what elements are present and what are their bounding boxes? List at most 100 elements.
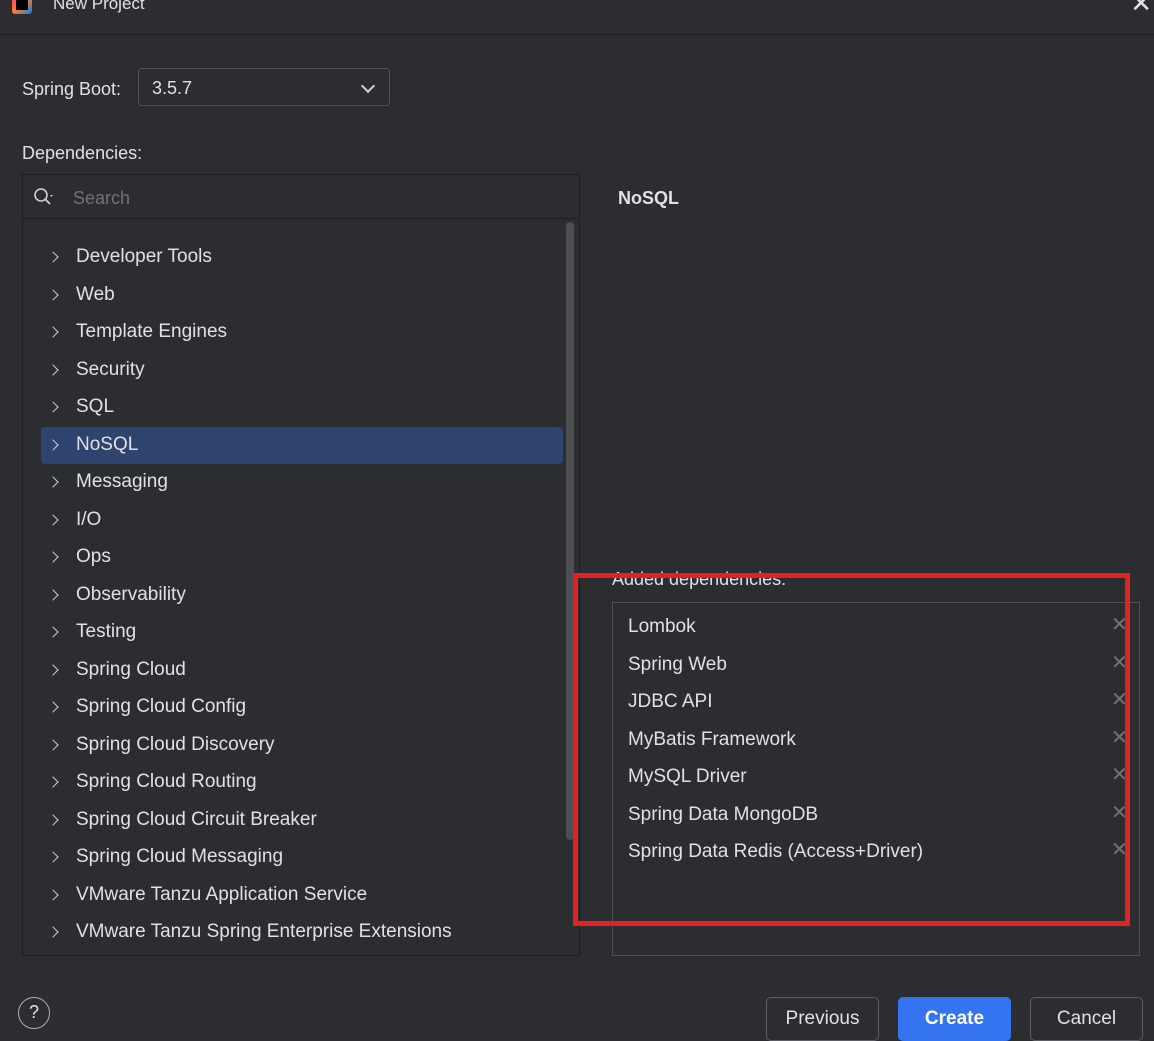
category-item[interactable]: Observability xyxy=(41,577,563,614)
remove-icon[interactable]: ✕ xyxy=(1111,653,1128,673)
chevron-right-icon[interactable] xyxy=(47,663,59,676)
added-dependency-label: MyBatis Framework xyxy=(628,728,796,750)
intellij-logo-icon xyxy=(12,0,32,14)
added-dependency-item: MySQL Driver ✕ xyxy=(613,755,1139,792)
chevron-right-icon[interactable] xyxy=(47,926,59,938)
category-item[interactable]: Spring Cloud Routing xyxy=(41,764,563,801)
category-item[interactable]: SQL xyxy=(41,389,563,426)
title-bar: New Project ✕ xyxy=(0,0,1154,35)
category-label: Messaging xyxy=(76,471,168,492)
category-label: VMware Tanzu Spring Enterprise Extension… xyxy=(76,921,452,942)
spring-boot-version-value: 3.5.7 xyxy=(152,78,193,98)
chevron-right-icon[interactable] xyxy=(47,888,59,901)
window-title: New Project xyxy=(53,0,145,13)
chevron-right-icon[interactable] xyxy=(47,626,59,638)
category-item[interactable]: Spring Cloud Messaging xyxy=(41,839,563,876)
category-item[interactable]: Microsoft Azure xyxy=(41,952,563,956)
category-label: Spring Cloud xyxy=(76,658,186,680)
category-label: Spring Cloud Config xyxy=(76,696,247,717)
chevron-right-icon[interactable] xyxy=(47,513,59,526)
category-item[interactable]: Spring Cloud Circuit Breaker xyxy=(41,802,563,839)
remove-icon[interactable]: ✕ xyxy=(1111,840,1128,860)
category-label: Testing xyxy=(76,621,137,642)
category-label: SQL xyxy=(76,396,115,417)
category-item[interactable]: Web xyxy=(41,277,563,314)
category-item[interactable]: NoSQL xyxy=(41,426,563,464)
category-item[interactable]: Spring Cloud Discovery xyxy=(41,727,563,764)
chevron-right-icon[interactable] xyxy=(47,588,59,601)
create-button[interactable]: Create xyxy=(898,997,1011,1041)
category-label: Observability xyxy=(76,583,186,605)
cancel-button-label: Cancel xyxy=(1056,1008,1117,1029)
chevron-right-icon[interactable] xyxy=(47,738,59,751)
category-item[interactable]: VMware Tanzu Application Service xyxy=(41,877,563,914)
remove-icon[interactable]: ✕ xyxy=(1111,728,1128,748)
create-button-label: Create xyxy=(924,1008,985,1029)
chevron-right-icon[interactable] xyxy=(47,701,59,713)
category-label: Spring Cloud Messaging xyxy=(76,846,284,867)
remove-icon[interactable]: ✕ xyxy=(1111,690,1128,710)
category-item[interactable]: Developer Tools xyxy=(41,239,563,276)
remove-icon[interactable]: ✕ xyxy=(1111,803,1128,823)
category-item[interactable]: Spring Cloud xyxy=(41,652,563,689)
added-dependency-item: JDBC API ✕ xyxy=(613,680,1139,717)
spring-boot-version-select[interactable]: 3.5.7 xyxy=(138,68,390,106)
chevron-right-icon[interactable] xyxy=(47,551,59,563)
remove-icon[interactable]: ✕ xyxy=(1111,765,1128,785)
search-icon[interactable] xyxy=(33,187,55,207)
category-item[interactable]: Template Engines xyxy=(41,314,563,351)
chevron-right-icon[interactable] xyxy=(47,438,59,451)
category-label: Template Engines xyxy=(76,321,228,342)
chevron-right-icon[interactable] xyxy=(47,776,59,788)
chevron-right-icon[interactable] xyxy=(47,813,59,826)
added-dependencies-label: Added dependencies: xyxy=(612,569,787,589)
chevron-down-icon xyxy=(360,78,376,94)
category-title: NoSQL xyxy=(618,188,679,208)
category-item[interactable]: I/O xyxy=(41,502,563,539)
dependencies-label: Dependencies: xyxy=(22,143,143,163)
category-label: Web xyxy=(76,283,115,305)
close-icon[interactable]: ✕ xyxy=(1130,0,1152,16)
category-item[interactable]: Testing xyxy=(41,614,563,651)
added-dependency-label: Spring Data MongoDB xyxy=(628,803,819,825)
category-label: Spring Cloud Circuit Breaker xyxy=(76,808,317,830)
cancel-button[interactable]: Cancel xyxy=(1030,997,1143,1041)
category-label: Ops xyxy=(76,546,111,567)
category-item[interactable]: VMware Tanzu Spring Enterprise Extension… xyxy=(41,914,563,951)
chevron-right-icon[interactable] xyxy=(47,851,59,863)
tree-scrollbar[interactable] xyxy=(566,222,574,840)
remove-icon[interactable]: ✕ xyxy=(1111,615,1128,635)
search-input[interactable] xyxy=(71,183,555,213)
previous-button[interactable]: Previous xyxy=(766,997,879,1041)
added-dependency-label: Spring Data Redis (Access+Driver) xyxy=(628,841,924,862)
category-item[interactable]: Security xyxy=(41,352,563,389)
added-dependency-label: Spring Web xyxy=(628,653,727,675)
added-dependency-item: Lombok ✕ xyxy=(613,605,1139,642)
chevron-right-icon[interactable] xyxy=(47,363,59,376)
category-label: Security xyxy=(76,358,145,380)
category-label: Spring Cloud Discovery xyxy=(76,733,275,755)
category-label: Spring Cloud Routing xyxy=(76,771,257,792)
chevron-right-icon[interactable] xyxy=(47,288,59,301)
dependencies-panel: Developer Tools Web Template Engines Securi… xyxy=(22,174,580,956)
search-bar xyxy=(23,175,579,219)
previous-button-label: Previous xyxy=(785,1008,860,1029)
added-dependency-label: MySQL Driver xyxy=(628,766,747,787)
chevron-right-icon[interactable] xyxy=(47,476,59,488)
added-dependency-item: Spring Web ✕ xyxy=(613,643,1139,680)
category-label: VMware Tanzu Application Service xyxy=(76,883,368,905)
added-dependency-label: JDBC API xyxy=(628,691,713,712)
spring-boot-label: Spring Boot: xyxy=(22,79,122,99)
help-button[interactable]: ? xyxy=(18,997,50,1029)
chevron-right-icon[interactable] xyxy=(47,251,59,263)
category-item[interactable]: Messaging xyxy=(41,464,563,501)
added-dependency-item: Spring Data MongoDB ✕ xyxy=(613,793,1139,830)
category-item[interactable]: Spring Cloud Config xyxy=(41,689,563,726)
category-label: I/O xyxy=(76,508,102,530)
category-label: NoSQL xyxy=(76,433,139,455)
chevron-right-icon[interactable] xyxy=(47,326,59,338)
category-item[interactable]: Ops xyxy=(41,539,563,576)
chevron-right-icon[interactable] xyxy=(47,401,59,413)
added-dependency-item: MyBatis Framework ✕ xyxy=(613,718,1139,755)
category-label: Developer Tools xyxy=(76,246,212,267)
